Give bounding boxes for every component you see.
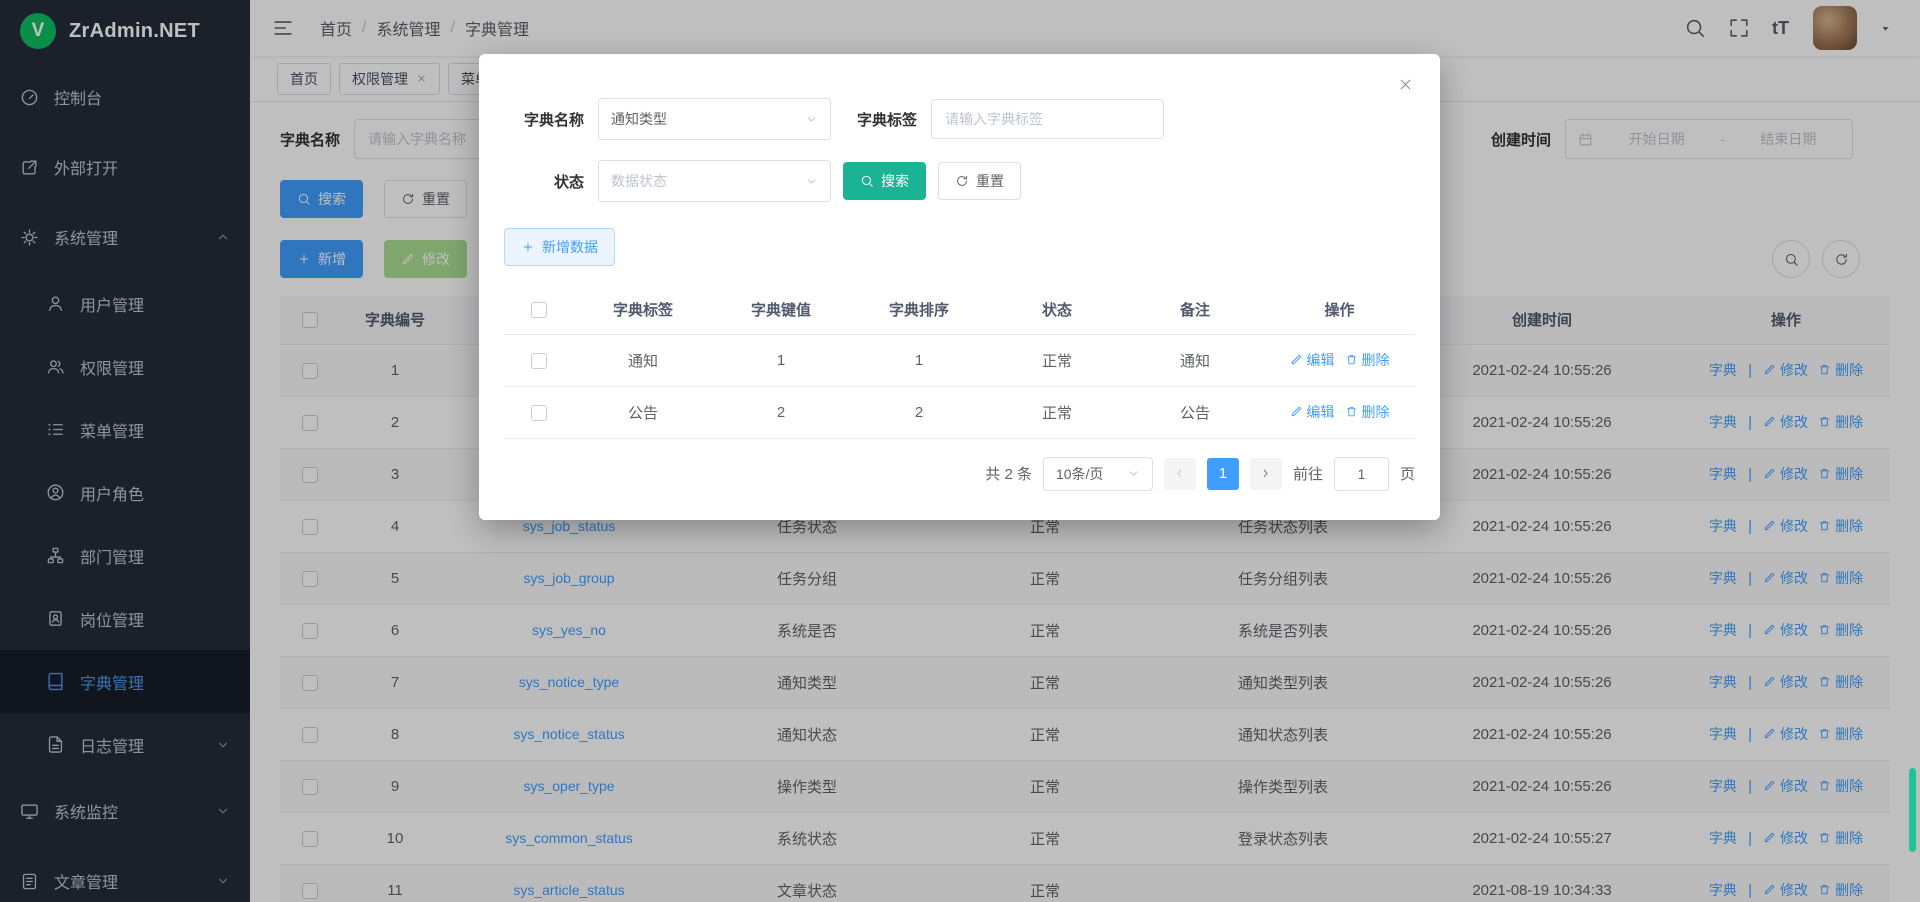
modal-dict-name-label: 字典名称 <box>504 109 584 130</box>
chevron-right-icon <box>1259 467 1272 480</box>
page-size-value: 10条/页 <box>1056 464 1127 484</box>
dict-name-select[interactable]: 通知类型 <box>598 98 831 140</box>
cell-status: 正常 <box>988 386 1126 438</box>
modal-filter-row-1: 字典名称 通知类型 字典标签 <box>504 98 1415 140</box>
dict-data-table: 字典标签 字典键值 字典排序 状态 备注 操作 通知 1 1 正常 通知 编辑 <box>504 286 1415 439</box>
cell-dict-sort: 2 <box>850 386 988 438</box>
modal-table-header-row: 字典标签 字典键值 字典排序 状态 备注 操作 <box>504 286 1415 334</box>
cell-dict-sort: 1 <box>850 334 988 386</box>
status-select[interactable]: 数据状态 <box>598 160 831 202</box>
modal-reset-button[interactable]: 重置 <box>938 162 1021 200</box>
chevron-down-icon <box>805 113 818 126</box>
chevron-down-icon <box>805 175 818 188</box>
dict-name-selected-value: 通知类型 <box>611 109 805 129</box>
trash-icon <box>1345 353 1358 366</box>
modal-dict-label-label: 字典标签 <box>857 109 917 130</box>
next-page-button[interactable] <box>1250 458 1282 490</box>
chevron-down-icon <box>1127 467 1140 480</box>
scrollbar-thumb[interactable] <box>1909 768 1916 852</box>
header-dict-label: 字典标签 <box>574 286 712 334</box>
row-edit-link[interactable]: 编辑 <box>1290 352 1335 368</box>
pagination: 共 2 条 10条/页 1 前往 页 <box>504 457 1415 491</box>
edit-icon <box>1290 353 1303 366</box>
header-ops: 操作 <box>1264 286 1415 334</box>
edit-icon <box>1290 405 1303 418</box>
chevron-left-icon <box>1173 467 1186 480</box>
row-delete-link[interactable]: 删除 <box>1345 352 1390 368</box>
modal-search-button[interactable]: 搜索 <box>843 162 926 200</box>
header-dict-key: 字典键值 <box>712 286 850 334</box>
modal-table-row: 公告 2 2 正常 公告 编辑 删除 <box>504 386 1415 438</box>
modal-filter-buttons: 搜索 重置 <box>843 162 1021 200</box>
modal-filter-row-2: 状态 数据状态 搜索 重置 <box>504 160 1415 202</box>
modal-status-label: 状态 <box>504 171 584 192</box>
header-status: 状态 <box>988 286 1126 334</box>
page-unit-label: 页 <box>1400 463 1415 484</box>
cell-remark: 公告 <box>1126 386 1264 438</box>
page-size-select[interactable]: 10条/页 <box>1043 457 1153 491</box>
cell-ops: 编辑 删除 <box>1264 386 1415 438</box>
search-icon <box>860 174 874 188</box>
dict-data-dialog: 字典名称 通知类型 字典标签 状态 数据状态 搜索 重置 新增数据 <box>479 54 1440 520</box>
modal-select-all-checkbox[interactable] <box>531 302 547 318</box>
row-checkbox[interactable] <box>531 405 547 421</box>
status-placeholder: 数据状态 <box>611 171 805 191</box>
cell-ops: 编辑 删除 <box>1264 334 1415 386</box>
row-edit-link[interactable]: 编辑 <box>1290 404 1335 420</box>
goto-page-input[interactable] <box>1334 457 1389 491</box>
cell-dict-label: 通知 <box>574 334 712 386</box>
page-number-button[interactable]: 1 <box>1207 458 1239 490</box>
cell-dict-key: 1 <box>712 334 850 386</box>
trash-icon <box>1345 405 1358 418</box>
cell-dict-key: 2 <box>712 386 850 438</box>
refresh-icon <box>955 174 969 188</box>
goto-label: 前往 <box>1293 463 1323 484</box>
add-dict-data-button[interactable]: 新增数据 <box>504 228 615 266</box>
header-remark: 备注 <box>1126 286 1264 334</box>
pagination-total: 共 2 条 <box>985 463 1032 484</box>
cell-dict-label: 公告 <box>574 386 712 438</box>
row-delete-link[interactable]: 删除 <box>1345 404 1390 420</box>
cell-remark: 通知 <box>1126 334 1264 386</box>
modal-table-row: 通知 1 1 正常 通知 编辑 删除 <box>504 334 1415 386</box>
header-dict-sort: 字典排序 <box>850 286 988 334</box>
plus-icon <box>521 240 535 254</box>
modal-close-button[interactable] <box>1397 76 1414 98</box>
close-icon <box>1397 76 1414 93</box>
cell-status: 正常 <box>988 334 1126 386</box>
prev-page-button[interactable] <box>1164 458 1196 490</box>
row-checkbox[interactable] <box>531 353 547 369</box>
dict-label-input[interactable] <box>931 99 1164 139</box>
